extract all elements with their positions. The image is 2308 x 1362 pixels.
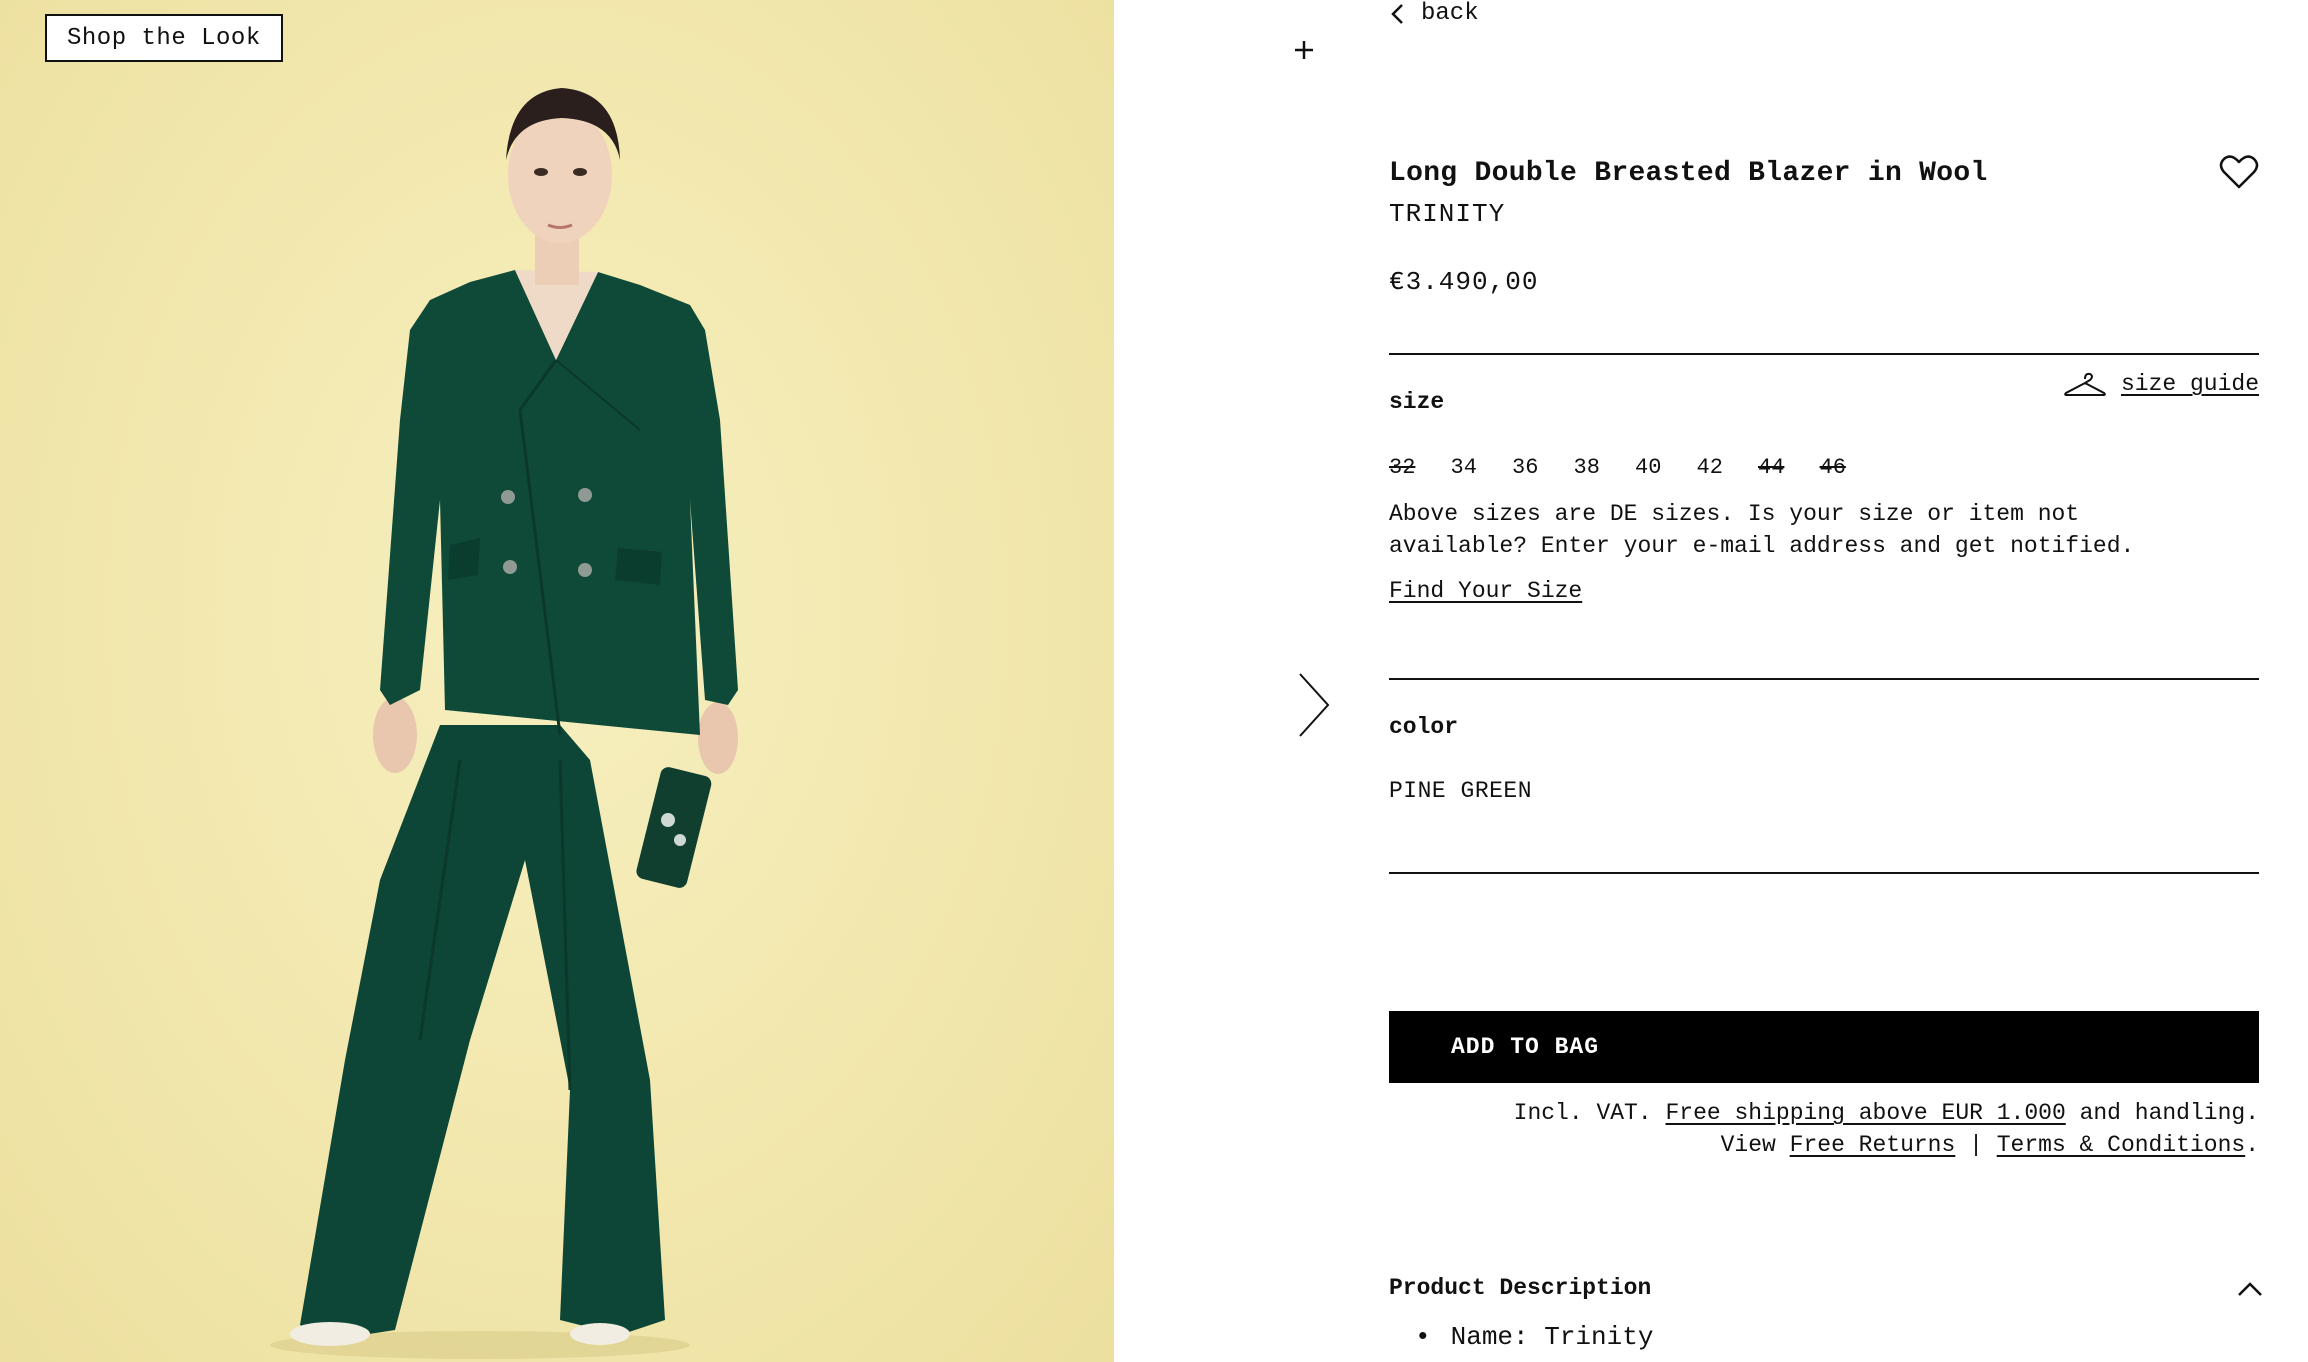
- size-availability-note: Above sizes are DE sizes. Is your size o…: [1389, 501, 2135, 559]
- size-option-34[interactable]: 34: [1451, 455, 1513, 480]
- separator: |: [1969, 1132, 1983, 1158]
- divider: [1389, 678, 2259, 680]
- size-option-40[interactable]: 40: [1635, 455, 1697, 480]
- product-brand: TRINITY: [1389, 199, 1506, 229]
- product-description-toggle[interactable]: Product Description: [1389, 1275, 1651, 1301]
- shop-the-look-button[interactable]: Shop the Look: [45, 14, 283, 62]
- color-label: color: [1389, 714, 1459, 740]
- shipping-info: Incl. VAT. Free shipping above EUR 1.000…: [1514, 1097, 2259, 1161]
- back-link[interactable]: back: [1389, 0, 1479, 27]
- terms-conditions-link[interactable]: Terms & Conditions: [1997, 1132, 2245, 1158]
- bullet-icon: •: [1415, 1322, 1431, 1352]
- view-text: View: [1720, 1132, 1776, 1158]
- hanger-icon: [2064, 372, 2106, 396]
- period: .: [2245, 1132, 2259, 1158]
- size-option-36[interactable]: 36: [1512, 455, 1574, 480]
- next-image-arrow-icon[interactable]: [1296, 672, 1332, 738]
- product-image: Shop the Look: [0, 0, 1114, 1362]
- size-option-42[interactable]: 42: [1697, 455, 1759, 480]
- add-to-bag-button[interactable]: ADD TO BAG: [1389, 1011, 2259, 1083]
- product-price: €3.490,00: [1389, 267, 1539, 297]
- back-label: back: [1421, 0, 1479, 27]
- wishlist-heart-icon[interactable]: [2219, 154, 2259, 190]
- divider: [1389, 353, 2259, 355]
- free-returns-link[interactable]: Free Returns: [1790, 1132, 1956, 1158]
- size-option-44[interactable]: 44: [1758, 455, 1820, 480]
- color-value: PINE GREEN: [1389, 778, 1533, 804]
- size-guide-label: size guide: [2120, 371, 2259, 397]
- zoom-plus-icon[interactable]: [1290, 36, 1318, 64]
- find-your-size-link[interactable]: Find Your Size: [1389, 578, 1582, 604]
- description-item: • Name: Trinity: [1415, 1322, 1653, 1352]
- chevron-up-icon[interactable]: [2237, 1280, 2263, 1298]
- size-option-46[interactable]: 46: [1820, 455, 1882, 480]
- description-item-text: Name: Trinity: [1450, 1322, 1654, 1352]
- size-option-32[interactable]: 32: [1389, 455, 1451, 480]
- free-shipping-link[interactable]: Free shipping above EUR 1.000: [1665, 1100, 2065, 1126]
- vat-text: Incl. VAT.: [1513, 1100, 1652, 1126]
- size-label: size: [1389, 389, 1445, 415]
- product-title: Long Double Breasted Blazer in Wool: [1389, 158, 1988, 189]
- size-options: 32 34 36 38 40 42 44 46: [1389, 455, 1881, 480]
- handling-text: and handling.: [2079, 1100, 2259, 1126]
- product-details-panel: back Long Double Breasted Blazer in Wool…: [1389, 0, 2262, 1362]
- size-guide-link[interactable]: size guide: [2063, 370, 2259, 398]
- model-illustration: [270, 88, 738, 1359]
- chevron-left-icon: [1391, 3, 1403, 24]
- size-option-38[interactable]: 38: [1574, 455, 1636, 480]
- divider: [1389, 872, 2259, 874]
